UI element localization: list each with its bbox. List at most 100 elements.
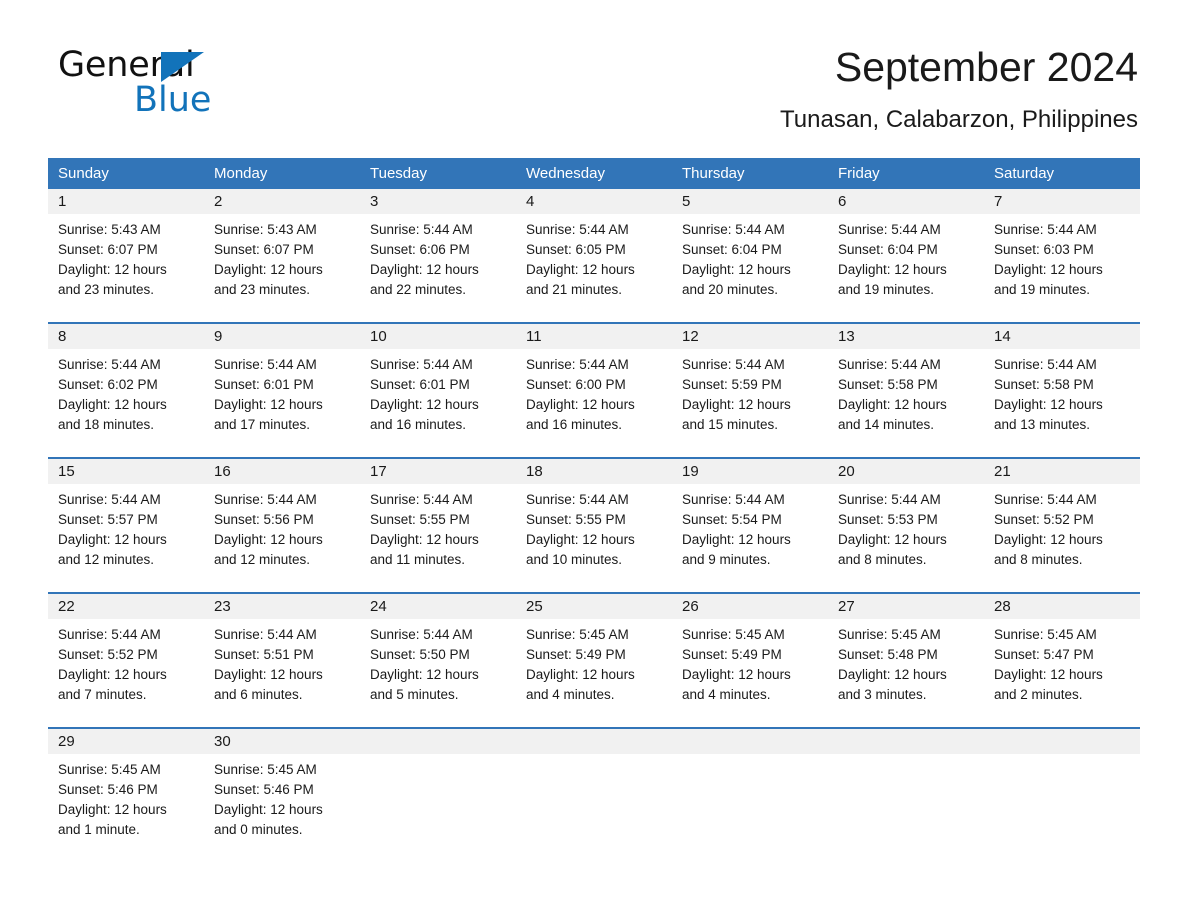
calendar-day-cell[interactable]: 30 Sunrise: 5:45 AM Sunset: 5:46 PM Dayligh… bbox=[204, 727, 360, 862]
calendar-day-cell[interactable]: 7 Sunrise: 5:44 AM Sunset: 6:03 PM Daylight… bbox=[984, 189, 1140, 323]
day-number: 11 bbox=[516, 324, 672, 349]
general-blue-logo[interactable]: General Blue bbox=[58, 45, 358, 120]
page-header: General Blue September 2024 Tunasan, Cal… bbox=[48, 0, 1140, 133]
sunrise-text: Sunrise: 5:44 AM bbox=[58, 357, 161, 372]
daylight-text-line2: and 22 minutes. bbox=[370, 282, 467, 297]
calendar-day-cell[interactable]: 29 Sunrise: 5:45 AM Sunset: 5:46 PM Dayligh… bbox=[48, 727, 204, 862]
daylight-text-line1: Daylight: 12 hours bbox=[58, 262, 167, 277]
calendar-day-cell[interactable]: 26 Sunrise: 5:45 AM Sunset: 5:49 PM Dayligh… bbox=[672, 592, 828, 728]
daylight-text-line2: and 16 minutes. bbox=[526, 417, 623, 432]
sunset-text: Sunset: 6:07 PM bbox=[214, 242, 314, 257]
day-number: 15 bbox=[48, 459, 204, 484]
calendar-day-cell[interactable]: 1 Sunrise: 5:43 AM Sunset: 6:07 PM Daylight… bbox=[48, 189, 204, 323]
daylight-text-line2: and 5 minutes. bbox=[370, 687, 459, 702]
sunset-text: Sunset: 6:00 PM bbox=[526, 377, 626, 392]
calendar-day-cell[interactable]: 20 Sunrise: 5:44 AM Sunset: 5:53 PM Dayligh… bbox=[828, 457, 984, 593]
sunset-text: Sunset: 5:56 PM bbox=[214, 512, 314, 527]
calendar-day-cell[interactable]: 10 Sunrise: 5:44 AM Sunset: 6:01 PM Dayligh… bbox=[360, 322, 516, 458]
daylight-text-line1: Daylight: 12 hours bbox=[682, 532, 791, 547]
calendar-week-row: 15 Sunrise: 5:44 AM Sunset: 5:57 PM Dayligh… bbox=[48, 457, 1140, 593]
sunrise-text: Sunrise: 5:45 AM bbox=[994, 627, 1097, 642]
sunset-text: Sunset: 5:46 PM bbox=[58, 782, 158, 797]
sunset-text: Sunset: 6:01 PM bbox=[214, 377, 314, 392]
day-details: Sunrise: 5:43 AM Sunset: 6:07 PM Daylight:… bbox=[204, 214, 360, 300]
sunset-text: Sunset: 5:53 PM bbox=[838, 512, 938, 527]
calendar-day-cell[interactable]: 4 Sunrise: 5:44 AM Sunset: 6:05 PM Daylight… bbox=[516, 189, 672, 323]
daylight-text-line1: Daylight: 12 hours bbox=[838, 397, 947, 412]
day-number: 23 bbox=[204, 594, 360, 619]
calendar-table: Sunday Monday Tuesday Wednesday Thursday… bbox=[48, 158, 1140, 862]
calendar-day-cell[interactable]: 3 Sunrise: 5:44 AM Sunset: 6:06 PM Daylight… bbox=[360, 189, 516, 323]
calendar-day-cell[interactable]: 24 Sunrise: 5:44 AM Sunset: 5:50 PM Dayligh… bbox=[360, 592, 516, 728]
daylight-text-line1: Daylight: 12 hours bbox=[214, 262, 323, 277]
calendar-day-cell[interactable]: 12 Sunrise: 5:44 AM Sunset: 5:59 PM Dayligh… bbox=[672, 322, 828, 458]
calendar-day-cell[interactable]: 18 Sunrise: 5:44 AM Sunset: 5:55 PM Dayligh… bbox=[516, 457, 672, 593]
daylight-text-line2: and 1 minute. bbox=[58, 822, 140, 837]
daylight-text-line2: and 11 minutes. bbox=[370, 552, 466, 567]
day-details: Sunrise: 5:45 AM Sunset: 5:46 PM Daylight:… bbox=[48, 754, 204, 840]
calendar-day-cell[interactable]: 23 Sunrise: 5:44 AM Sunset: 5:51 PM Dayligh… bbox=[204, 592, 360, 728]
day-details: Sunrise: 5:44 AM Sunset: 5:55 PM Daylight:… bbox=[360, 484, 516, 570]
daylight-text-line2: and 6 minutes. bbox=[214, 687, 303, 702]
daylight-text-line2: and 13 minutes. bbox=[994, 417, 1091, 432]
day-number: 21 bbox=[984, 459, 1140, 484]
sunrise-text: Sunrise: 5:44 AM bbox=[838, 492, 941, 507]
day-details: Sunrise: 5:44 AM Sunset: 5:54 PM Daylight:… bbox=[672, 484, 828, 570]
sunrise-text: Sunrise: 5:44 AM bbox=[682, 357, 785, 372]
calendar-day-cell[interactable]: 13 Sunrise: 5:44 AM Sunset: 5:58 PM Dayligh… bbox=[828, 322, 984, 458]
day-details: Sunrise: 5:45 AM Sunset: 5:49 PM Daylight:… bbox=[672, 619, 828, 705]
calendar-day-cell[interactable]: 9 Sunrise: 5:44 AM Sunset: 6:01 PM Daylight… bbox=[204, 322, 360, 458]
calendar-day-cell[interactable]: 5 Sunrise: 5:44 AM Sunset: 6:04 PM Daylight… bbox=[672, 189, 828, 323]
daylight-text-line1: Daylight: 12 hours bbox=[214, 802, 323, 817]
calendar-day-cell[interactable]: 14 Sunrise: 5:44 AM Sunset: 5:58 PM Dayligh… bbox=[984, 322, 1140, 458]
sunset-text: Sunset: 6:06 PM bbox=[370, 242, 470, 257]
sunrise-text: Sunrise: 5:44 AM bbox=[58, 627, 161, 642]
day-details: Sunrise: 5:45 AM Sunset: 5:47 PM Daylight:… bbox=[984, 619, 1140, 705]
day-number: 18 bbox=[516, 459, 672, 484]
daylight-text-line2: and 8 minutes. bbox=[994, 552, 1083, 567]
calendar-empty-cell bbox=[516, 727, 672, 862]
day-details: Sunrise: 5:44 AM Sunset: 6:01 PM Daylight:… bbox=[204, 349, 360, 435]
day-details: Sunrise: 5:44 AM Sunset: 6:05 PM Daylight:… bbox=[516, 214, 672, 300]
calendar-day-cell[interactable]: 27 Sunrise: 5:45 AM Sunset: 5:48 PM Dayligh… bbox=[828, 592, 984, 728]
weekday-header-thursday: Thursday bbox=[672, 158, 828, 189]
calendar-page: General Blue September 2024 Tunasan, Cal… bbox=[0, 0, 1188, 918]
calendar-day-cell[interactable]: 22 Sunrise: 5:44 AM Sunset: 5:52 PM Dayligh… bbox=[48, 592, 204, 728]
daylight-text-line2: and 8 minutes. bbox=[838, 552, 927, 567]
sunset-text: Sunset: 5:55 PM bbox=[370, 512, 470, 527]
day-details: Sunrise: 5:43 AM Sunset: 6:07 PM Daylight:… bbox=[48, 214, 204, 300]
calendar-day-cell[interactable]: 2 Sunrise: 5:43 AM Sunset: 6:07 PM Daylight… bbox=[204, 189, 360, 323]
day-number: 1 bbox=[48, 189, 204, 214]
sunset-text: Sunset: 5:57 PM bbox=[58, 512, 158, 527]
day-details: Sunrise: 5:44 AM Sunset: 5:59 PM Daylight:… bbox=[672, 349, 828, 435]
triangle-icon bbox=[161, 52, 204, 82]
daylight-text-line2: and 23 minutes. bbox=[58, 282, 155, 297]
calendar-day-cell[interactable]: 25 Sunrise: 5:45 AM Sunset: 5:49 PM Dayligh… bbox=[516, 592, 672, 728]
day-details: Sunrise: 5:44 AM Sunset: 5:52 PM Daylight:… bbox=[984, 484, 1140, 570]
calendar-day-cell[interactable]: 19 Sunrise: 5:44 AM Sunset: 5:54 PM Dayligh… bbox=[672, 457, 828, 593]
day-details: Sunrise: 5:44 AM Sunset: 6:02 PM Daylight:… bbox=[48, 349, 204, 435]
daylight-text-line2: and 20 minutes. bbox=[682, 282, 779, 297]
calendar-day-cell[interactable]: 15 Sunrise: 5:44 AM Sunset: 5:57 PM Dayligh… bbox=[48, 457, 204, 593]
sunrise-text: Sunrise: 5:45 AM bbox=[214, 762, 317, 777]
sunset-text: Sunset: 5:47 PM bbox=[994, 647, 1094, 662]
daylight-text-line1: Daylight: 12 hours bbox=[526, 397, 635, 412]
calendar-day-cell[interactable]: 11 Sunrise: 5:44 AM Sunset: 6:00 PM Dayligh… bbox=[516, 322, 672, 458]
daylight-text-line2: and 12 minutes. bbox=[58, 552, 155, 567]
calendar-day-cell[interactable]: 16 Sunrise: 5:44 AM Sunset: 5:56 PM Dayligh… bbox=[204, 457, 360, 593]
calendar-day-cell[interactable]: 8 Sunrise: 5:44 AM Sunset: 6:02 PM Daylight… bbox=[48, 322, 204, 458]
sunset-text: Sunset: 6:04 PM bbox=[682, 242, 782, 257]
sunrise-text: Sunrise: 5:44 AM bbox=[994, 222, 1097, 237]
calendar-day-cell[interactable]: 17 Sunrise: 5:44 AM Sunset: 5:55 PM Dayligh… bbox=[360, 457, 516, 593]
daylight-text-line2: and 19 minutes. bbox=[994, 282, 1091, 297]
calendar-day-cell[interactable]: 28 Sunrise: 5:45 AM Sunset: 5:47 PM Dayligh… bbox=[984, 592, 1140, 728]
daylight-text-line2: and 10 minutes. bbox=[526, 552, 623, 567]
daylight-text-line2: and 4 minutes. bbox=[526, 687, 615, 702]
day-number: 19 bbox=[672, 459, 828, 484]
sunset-text: Sunset: 5:52 PM bbox=[994, 512, 1094, 527]
day-number: 27 bbox=[828, 594, 984, 619]
sunset-text: Sunset: 5:58 PM bbox=[838, 377, 938, 392]
calendar-day-cell[interactable]: 21 Sunrise: 5:44 AM Sunset: 5:52 PM Dayligh… bbox=[984, 457, 1140, 593]
calendar-day-cell[interactable]: 6 Sunrise: 5:44 AM Sunset: 6:04 PM Daylight… bbox=[828, 189, 984, 323]
weekday-header-sunday: Sunday bbox=[48, 158, 204, 189]
